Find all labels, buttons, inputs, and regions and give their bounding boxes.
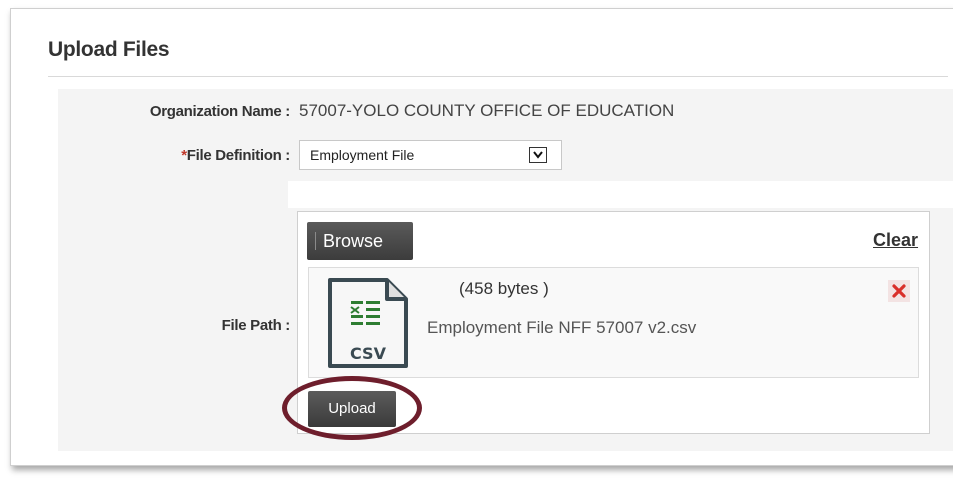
page-title: Upload Files [48,38,170,61]
upload-button[interactable]: Upload [308,391,396,427]
file-definition-label: *File Definition : [100,147,290,164]
close-icon[interactable] [888,280,910,302]
browse-button-label: Browse [323,231,384,251]
file-definition-label-text: File Definition : [186,147,291,164]
form-spacer [288,181,953,208]
file-definition-select[interactable]: Employment File [299,140,562,170]
title-divider [48,76,948,77]
browse-button[interactable]: Browse [307,222,413,260]
file-definition-selected-value: Employment File [310,147,415,163]
clear-link[interactable]: Clear [873,230,918,251]
file-path-label: File Path : [221,317,291,334]
organization-name-value: 57007-YOLO COUNTY OFFICE OF EDUCATION [299,101,675,120]
file-size: (458 bytes ) [459,279,549,298]
chevron-down-icon[interactable] [529,147,547,163]
csv-file-icon-label: CSV [350,344,387,363]
file-name: Employment File NFF 57007 v2.csv [427,318,697,337]
csv-file-icon: CSV [327,277,409,374]
organization-name-label: Organization Name : [149,103,290,120]
browse-separator [315,232,316,250]
